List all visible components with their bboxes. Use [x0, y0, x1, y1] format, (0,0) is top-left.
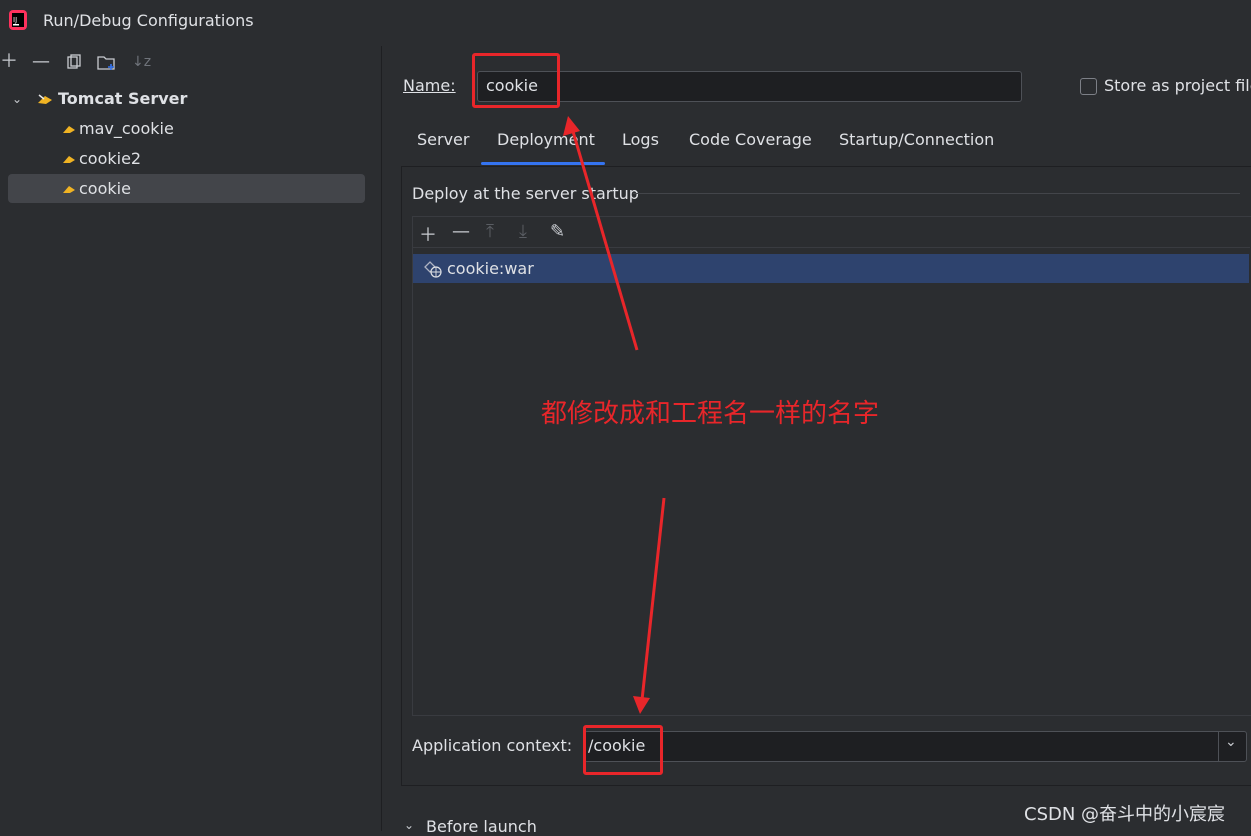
add-config-icon[interactable]: ＋ — [0, 52, 18, 72]
tab-server[interactable]: Server — [417, 130, 469, 149]
artifact-cookie-war: cookie:war — [447, 259, 534, 278]
new-folder-icon[interactable] — [97, 54, 117, 72]
tab-logs[interactable]: Logs — [622, 130, 659, 149]
config-tree-panel — [0, 46, 382, 831]
annotation-text: 都修改成和工程名一样的名字 — [541, 399, 880, 429]
section-divider — [633, 193, 1240, 194]
edit-artifact-icon[interactable]: ✎ — [550, 221, 565, 242]
move-down-icon[interactable]: ⤓ — [519, 221, 527, 242]
tab-deployment[interactable]: Deployment — [497, 130, 595, 149]
remove-config-icon[interactable]: — — [32, 52, 50, 72]
combo-divider — [1218, 731, 1219, 762]
store-as-project-file-label[interactable]: Store as project file — [1104, 76, 1251, 95]
intellij-icon: IJ — [9, 10, 27, 30]
store-as-project-file-checkbox[interactable] — [1080, 78, 1097, 95]
watermark: CSDN @奋斗中的小宸宸 — [1024, 804, 1226, 825]
artifact-list-toolbar — [412, 216, 1250, 248]
move-up-icon[interactable]: ⤒ — [486, 221, 494, 242]
tomcat-icon — [38, 94, 52, 104]
copy-config-icon[interactable] — [66, 54, 82, 70]
chevron-down-icon[interactable]: ⌄ — [1225, 734, 1237, 750]
svg-text:IJ: IJ — [13, 16, 17, 24]
name-label: Name: — [403, 76, 456, 95]
app-context-combo[interactable] — [584, 731, 1247, 762]
before-launch-label[interactable]: Before launch — [426, 817, 537, 836]
window-title: Run/Debug Configurations — [43, 11, 254, 30]
tab-startup-connection[interactable]: Startup/Connection — [839, 130, 994, 149]
tree-item-cookie[interactable]: cookie — [79, 179, 131, 198]
tomcat-icon — [63, 156, 75, 163]
tree-item-mav-cookie[interactable]: mav_cookie — [79, 119, 174, 138]
remove-artifact-icon[interactable]: — — [452, 221, 470, 242]
sort-icon[interactable]: ↓z — [132, 52, 151, 72]
tomcat-icon — [63, 126, 75, 133]
tree-group-tomcat-server[interactable]: Tomcat Server — [58, 89, 187, 108]
list-item-selected[interactable] — [413, 254, 1249, 283]
war-artifact-icon — [424, 261, 442, 278]
app-context-label: Application context: — [412, 736, 573, 755]
active-tab-indicator — [481, 162, 605, 165]
chevron-down-icon[interactable]: ⌄ — [12, 92, 22, 106]
tree-item-cookie2[interactable]: cookie2 — [79, 149, 141, 168]
tab-code-coverage[interactable]: Code Coverage — [689, 130, 812, 149]
add-artifact-icon[interactable]: ＋ — [419, 221, 437, 247]
highlight-box-name — [472, 53, 560, 108]
highlight-box-context — [583, 725, 663, 775]
chevron-down-icon[interactable]: ⌄ — [404, 818, 414, 832]
tomcat-icon — [63, 186, 75, 193]
artifact-list — [412, 216, 1251, 716]
deploy-section-label: Deploy at the server startup — [412, 184, 639, 203]
